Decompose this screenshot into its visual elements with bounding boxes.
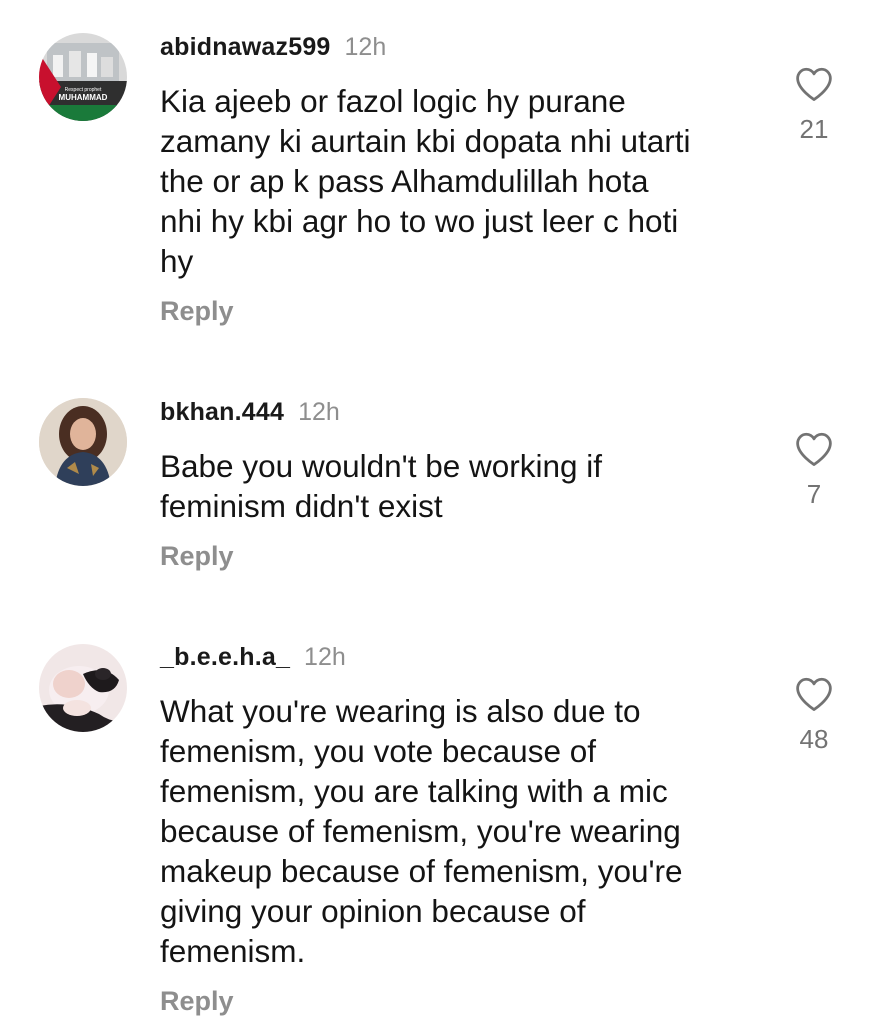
timestamp: 12h [344, 33, 387, 61]
like-count: 7 [806, 479, 822, 509]
like-count: 21 [799, 114, 829, 144]
comment-text: Kia ajeeb or fazol logic hy purane zaman… [160, 83, 691, 279]
comment-text: What you're wearing is also due to femen… [160, 693, 683, 969]
like-count: 48 [799, 724, 829, 754]
comment-meta: abidnawaz599 12h [160, 33, 386, 62]
comment-meta: bkhan.444 12h [160, 398, 340, 427]
heart-outline-icon[interactable] [794, 66, 834, 102]
avatar-image: Respect prophet MUHAMMAD [39, 33, 127, 121]
timestamp: 12h [304, 643, 346, 671]
reply-button[interactable]: Reply [160, 541, 234, 572]
timestamp: 12h [298, 398, 340, 426]
reply-button[interactable]: Reply [160, 986, 234, 1017]
username[interactable]: abidnawaz599 [160, 33, 331, 61]
like-group: 48 [790, 676, 838, 755]
like-group: 7 [790, 431, 838, 510]
username[interactable]: bkhan.444 [160, 398, 284, 426]
username[interactable]: _b.e.e.h.a_ [160, 643, 290, 671]
heart-outline-icon[interactable] [794, 431, 834, 467]
like-group: 21 [790, 66, 838, 145]
avatar-image [39, 644, 127, 732]
avatar[interactable] [39, 398, 127, 486]
comment-meta: _b.e.e.h.a_ 12h [160, 643, 346, 672]
avatar[interactable] [39, 644, 127, 732]
reply-button[interactable]: Reply [160, 296, 234, 327]
comment-text: Babe you wouldn't be working if feminism… [160, 448, 603, 524]
heart-outline-icon[interactable] [794, 676, 834, 712]
avatar-caption: MUHAMMAD [59, 93, 108, 102]
avatar[interactable]: Respect prophet MUHAMMAD [39, 33, 127, 121]
avatar-image [39, 398, 127, 486]
